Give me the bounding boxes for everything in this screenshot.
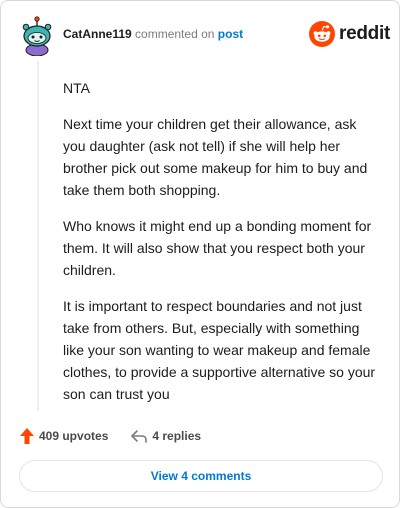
upvote-arrow-icon bbox=[20, 428, 34, 444]
comment-header: CatAnne119 commented on post bbox=[63, 27, 243, 41]
thread-line[interactable] bbox=[37, 61, 39, 411]
comment-actions: 409 upvotes 4 replies bbox=[19, 425, 201, 447]
username-link[interactable]: CatAnne119 bbox=[63, 27, 132, 41]
avatar[interactable] bbox=[21, 16, 53, 56]
view-comments-button[interactable]: View 4 comments bbox=[19, 460, 383, 492]
post-link[interactable]: post bbox=[218, 27, 243, 41]
comment-paragraph: It is important to respect boundaries an… bbox=[63, 298, 376, 402]
comment-body: NTA Next time your children get their al… bbox=[63, 77, 381, 419]
reddit-snoo-icon bbox=[309, 21, 335, 47]
reddit-logo[interactable]: reddit bbox=[309, 21, 390, 47]
upvote-count: 409 upvotes bbox=[39, 429, 109, 443]
upvote-button[interactable]: 409 upvotes bbox=[19, 427, 108, 445]
reply-arrow-icon bbox=[131, 430, 148, 443]
action-text: commented on bbox=[135, 27, 215, 41]
comment-card: CatAnne119 commented on post reddit NTA … bbox=[0, 0, 400, 508]
comment-paragraph: Next time your children get their allowa… bbox=[63, 116, 368, 198]
reply-count: 4 replies bbox=[152, 429, 202, 443]
comment-paragraph: Who knows it might end up a bonding mome… bbox=[63, 218, 372, 278]
reply-button[interactable]: 4 replies bbox=[130, 428, 201, 444]
brand-wordmark: reddit bbox=[339, 23, 390, 44]
comment-paragraph: NTA bbox=[63, 80, 90, 96]
